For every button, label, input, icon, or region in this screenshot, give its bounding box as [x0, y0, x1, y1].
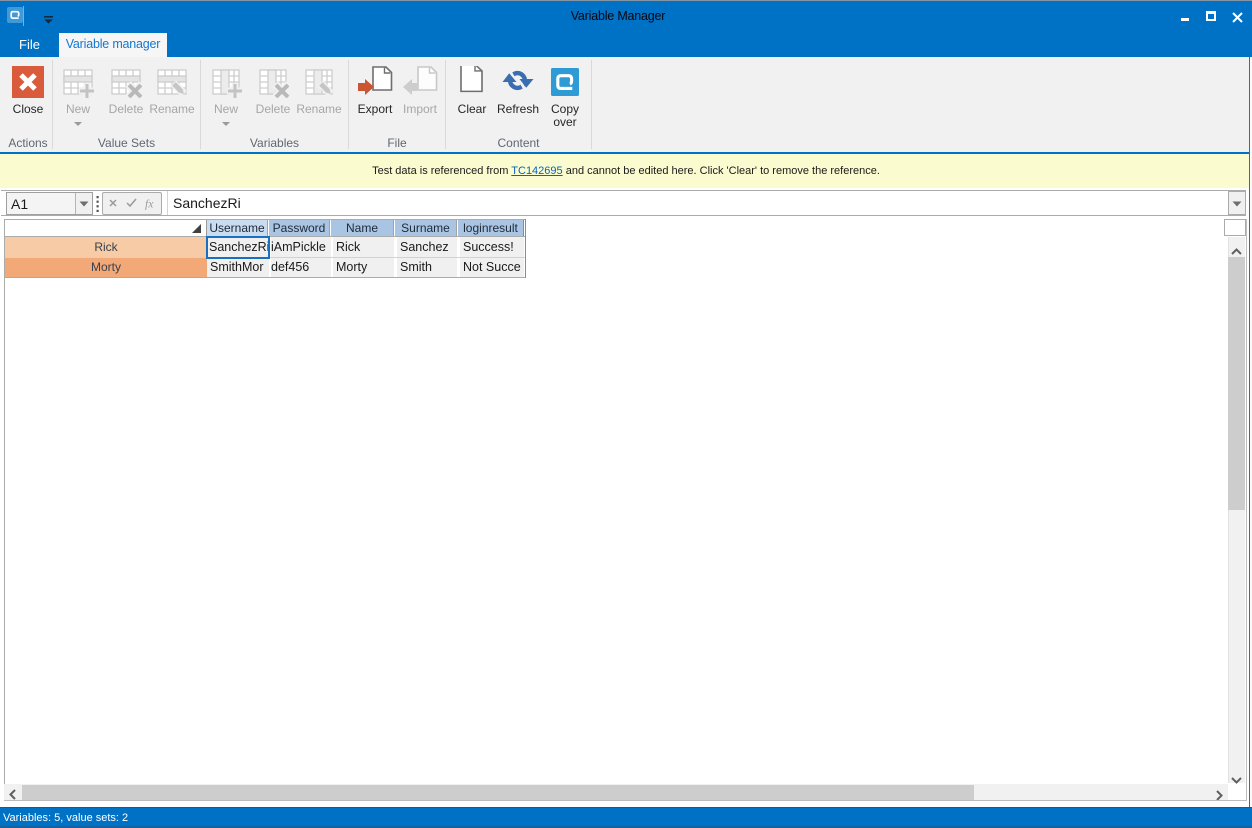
- svg-text:fx: fx: [145, 199, 154, 211]
